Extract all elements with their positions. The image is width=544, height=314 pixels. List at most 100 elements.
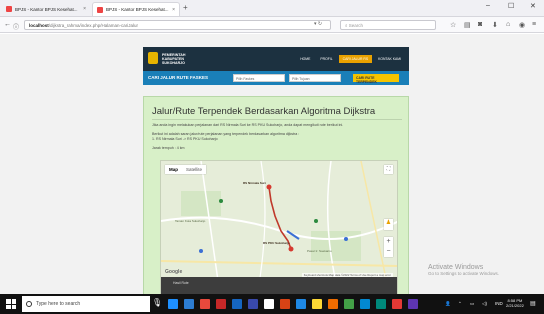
search-icon [26, 301, 32, 307]
reading-list-icon[interactable]: ▤ [464, 21, 471, 29]
route-search-bar: CARI JALUR RUTE FASKES Pilih Faskes Pili… [143, 71, 409, 85]
app-icon[interactable] [408, 299, 418, 309]
pocket-icon[interactable]: ◙ [478, 21, 482, 28]
store-icon[interactable] [296, 299, 306, 309]
minimize-button[interactable]: – [486, 2, 490, 9]
firefox-icon[interactable] [328, 299, 338, 309]
reload-icon[interactable]: ▾ ↻ [314, 21, 322, 27]
chrome-icon[interactable] [344, 299, 354, 309]
search-placeholder: Search [348, 23, 364, 28]
star-icon[interactable]: ☆ [450, 21, 456, 29]
taskbar-search-box[interactable]: Type here to search [22, 296, 150, 312]
address-bar[interactable]: localhost/dijkstra_rahma/index.php/Halam… [24, 20, 331, 30]
fullscreen-icon[interactable]: ⛶ [384, 165, 393, 174]
user-tray-icon[interactable]: 👤 [445, 301, 451, 307]
divider [152, 119, 402, 120]
word-icon[interactable] [232, 299, 242, 309]
close-tab-icon[interactable]: × [172, 7, 175, 13]
bpjs-favicon-icon [6, 6, 12, 12]
app-icon[interactable] [392, 299, 402, 309]
browser-tab-2-active[interactable]: BPJS - Kantor BPJS Kesehat... × [92, 2, 180, 16]
close-tab-icon[interactable]: × [83, 6, 86, 12]
map-poi [199, 249, 203, 253]
page-title: Jalur/Rute Terpendek Berdasarkan Algorit… [152, 106, 376, 117]
task-view-icon[interactable] [168, 299, 178, 309]
destination-select[interactable]: Pilih Tujuan [289, 74, 341, 82]
menu-item-profil[interactable]: PROFIL [316, 55, 336, 63]
clock-date: 2/21/2022 [506, 303, 524, 308]
maximize-button[interactable]: ☐ [508, 2, 514, 10]
close-window-button[interactable]: ✕ [530, 2, 536, 10]
result-panel: Jalur/Rute Terpendek Berdasarkan Algorit… [143, 96, 409, 294]
zoom-control: + − [384, 237, 393, 257]
route-distance: Jarak tempuh : 4 km [152, 146, 185, 150]
map-label-end: RS PKU Sukoharjo [263, 241, 290, 245]
search-input[interactable]: ⌕ Search [340, 20, 436, 30]
map-park-area [181, 191, 221, 216]
map-poi [219, 199, 223, 203]
settings-icon[interactable] [360, 299, 370, 309]
search-route-button[interactable]: CARI RUTE TERPENDEK [353, 74, 399, 84]
tab-label: BPJS - Kantor BPJS Kesehat... [15, 6, 78, 12]
zoom-out-button[interactable]: − [384, 247, 393, 257]
map-tab[interactable]: Map [165, 165, 182, 174]
app-icon[interactable] [216, 299, 226, 309]
edge-icon[interactable] [184, 299, 194, 309]
route-search-title: CARI JALUR RUTE FASKES [148, 75, 209, 80]
file-explorer-icon[interactable] [312, 299, 322, 309]
menu-icon[interactable]: ≡ [532, 21, 536, 28]
app-icon[interactable] [376, 299, 386, 309]
logo-line-3: SUKOHARJO [162, 61, 185, 65]
map-label-park: Taman Kota Sukoharjo [175, 219, 206, 223]
site-logo-text: PEMERINTAH KABUPATEN SUKOHARJO [162, 53, 186, 65]
route-step: 1. RS Nirmala Suri -> RS PKU Sukoharjo [152, 137, 218, 141]
back-arrow-icon[interactable]: ← [4, 21, 11, 28]
tab-label: BPJS - Kantor BPJS Kesehat... [106, 7, 169, 12]
notification-icon[interactable]: ▤ [530, 300, 536, 307]
language-icon[interactable]: IND [495, 301, 503, 306]
bpjs-favicon-icon [97, 6, 103, 13]
sync-icon[interactable]: ◉ [519, 21, 525, 29]
zoom-in-button[interactable]: + [384, 237, 393, 247]
site-header: PEMERINTAH KABUPATEN SUKOHARJO HOME PROF… [143, 47, 409, 71]
map-label-start: RS Nirmala Suri [243, 181, 266, 185]
mic-icon[interactable]: 🎙 [152, 298, 162, 308]
volume-icon[interactable]: ◁) [482, 301, 487, 307]
windows-start-icon[interactable] [6, 299, 16, 309]
browser-tab-1[interactable]: BPJS - Kantor BPJS Kesehat... × [2, 2, 90, 16]
satellite-tab[interactable]: Satellite [182, 165, 206, 174]
menu-item-cari-jalur[interactable]: CARI JALUR RS [338, 55, 373, 63]
map-marker-start [266, 184, 272, 190]
battery-icon[interactable]: ▭ [470, 301, 474, 307]
map-park-area [311, 231, 361, 261]
taskbar-search-placeholder: Type here to search [36, 301, 81, 307]
google-map[interactable]: Map Satellite ⛶ RS Nirmala Suri RS PKU S… [160, 160, 398, 294]
download-icon[interactable]: ⬇ [492, 21, 498, 29]
activate-windows-hint: Go to Settings to activate Windows. [428, 271, 500, 276]
powerpoint-icon[interactable] [280, 299, 290, 309]
activate-windows-title: Activate Windows [428, 264, 484, 271]
menu-item-kontak[interactable]: KONTAK KAMI [374, 55, 405, 63]
app-icon[interactable] [248, 299, 258, 309]
google-logo: Google [165, 269, 183, 275]
opera-icon[interactable] [200, 299, 210, 309]
map-footer-label: Hasil Rute [173, 281, 189, 285]
file-icon[interactable] [264, 299, 274, 309]
home-icon[interactable]: ⌂ [506, 21, 510, 28]
map-type-control: Map Satellite [165, 165, 207, 174]
map-footer: Hasil Rute [161, 277, 397, 294]
browser-tab-bar: BPJS - Kantor BPJS Kesehat... × BPJS - K… [0, 0, 544, 17]
route-intro-text: Jika anda ingin melakukan perjalanan dar… [152, 123, 344, 127]
taskbar-clock[interactable]: 8:58 PM 2/21/2022 [506, 298, 524, 308]
faskes-select[interactable]: Pilih Faskes [233, 74, 285, 82]
info-icon[interactable]: ⓘ [13, 22, 19, 31]
menu-item-home[interactable]: HOME [296, 55, 314, 63]
new-tab-button[interactable]: + [183, 3, 188, 12]
tray-chevron-icon[interactable]: ⌃ [458, 301, 462, 307]
url-path: /dijkstra_rahma/index.php/Halaman-cariJa… [48, 23, 139, 28]
map-poi [344, 237, 348, 241]
map-poi [314, 219, 318, 223]
main-menu: HOME PROFIL CARI JALUR RS KONTAK KAMI [296, 55, 405, 63]
windows-taskbar: Type here to search 🎙 👤 ⌃ ▭ ◁) IND 8:58 … [0, 294, 544, 314]
street-view-pegman-icon[interactable]: ♟ [384, 219, 393, 230]
